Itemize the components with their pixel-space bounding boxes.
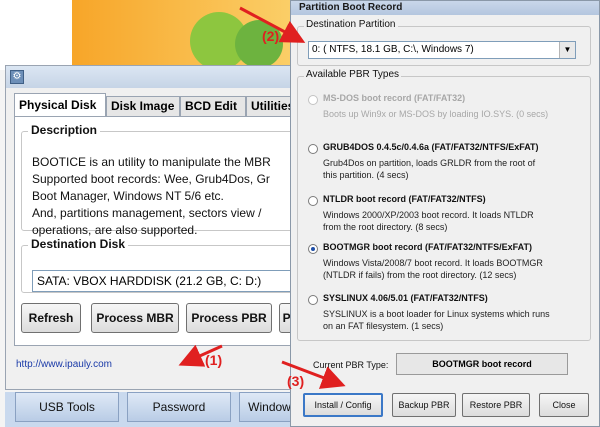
annotation-label-1: (1) — [205, 352, 223, 368]
annotation-arrows — [178, 6, 346, 389]
annotation-label-3: (3) — [287, 373, 305, 389]
annotation-label-2: (2) — [262, 28, 280, 44]
